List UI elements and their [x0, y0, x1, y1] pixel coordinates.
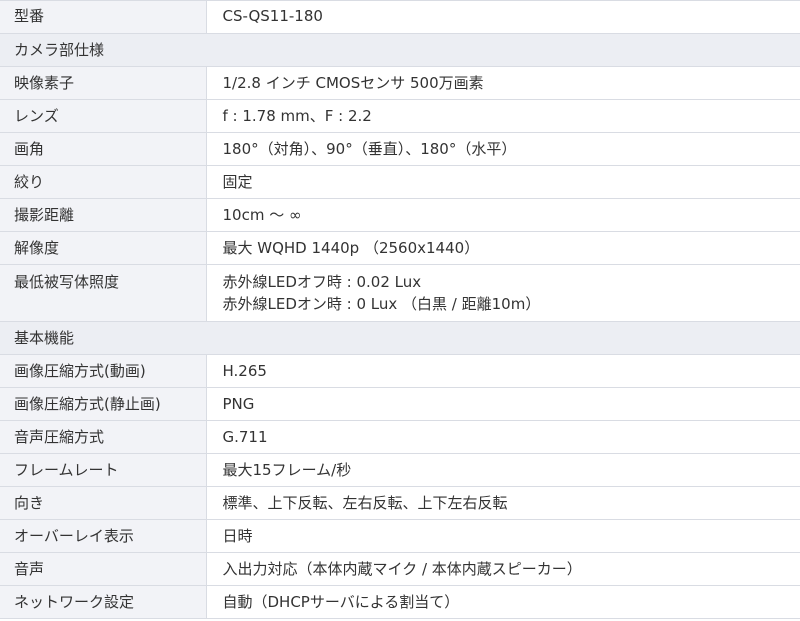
section-camera-spec: カメラ部仕様: [0, 33, 800, 67]
spec-label: 絞り: [0, 165, 207, 199]
spec-label: 音声: [0, 552, 207, 586]
spec-label: 画像圧縮方式(静止画): [0, 387, 207, 421]
spec-row-orientation: 向き 標準、上下反転、左右反転、上下左右反転: [0, 486, 800, 520]
spec-row-resolution: 解像度 最大 WQHD 1440p （2560x1440）: [0, 231, 800, 265]
spec-value-line: 10cm ～ ∞: [222, 206, 302, 224]
spec-label: ネットワーク設定: [0, 585, 207, 619]
spec-value: 10cm ～ ∞: [206, 198, 800, 232]
spec-value: 固定: [206, 165, 800, 199]
spec-value-line: 入出力対応（本体内蔵マイク / 本体内蔵スピーカー）: [222, 560, 582, 578]
spec-value: 入出力対応（本体内蔵マイク / 本体内蔵スピーカー）: [206, 552, 800, 586]
spec-row-image-sensor: 映像素子 1/2.8 インチ CMOSセンサ 500万画素: [0, 66, 800, 100]
spec-row-aperture: 絞り 固定: [0, 165, 800, 199]
spec-value-line: 赤外線LEDオン時 : 0 Lux （白黒 / 距離10m）: [222, 295, 541, 313]
spec-label: 映像素子: [0, 66, 207, 100]
spec-label: フレームレート: [0, 453, 207, 487]
spec-label: 画像圧縮方式(動画): [0, 354, 207, 388]
spec-value: H.265: [206, 354, 800, 388]
spec-row-frame-rate: フレームレート 最大15フレーム/秒: [0, 453, 800, 487]
spec-value: 最大 WQHD 1440p （2560x1440）: [206, 231, 800, 265]
spec-row-angle-of-view: 画角 180°（対角）、90°（垂直）、180°（水平）: [0, 132, 800, 166]
spec-row-min-illumination: 最低被写体照度 赤外線LEDオフ時 : 0.02 Lux 赤外線LEDオン時 :…: [0, 264, 800, 322]
spec-row-audio-compression: 音声圧縮方式 G.711: [0, 420, 800, 454]
spec-value: 自動（DHCPサーバによる割当て）: [206, 585, 800, 619]
spec-label: 型番: [0, 0, 207, 34]
spec-label: 向き: [0, 486, 207, 520]
spec-row-model: 型番 CS-QS11-180: [0, 0, 800, 34]
spec-table: 型番 CS-QS11-180 カメラ部仕様 映像素子 1/2.8 インチ CMO…: [0, 0, 800, 619]
spec-row-overlay: オーバーレイ表示 日時: [0, 519, 800, 553]
spec-value: 日時: [206, 519, 800, 553]
spec-value: 180°（対角）、90°（垂直）、180°（水平）: [206, 132, 800, 166]
spec-value-line: 1/2.8 インチ CMOSセンサ 500万画素: [222, 74, 484, 92]
spec-row-lens: レンズ f : 1.78 mm、F : 2.2: [0, 99, 800, 133]
spec-label: レンズ: [0, 99, 207, 133]
spec-value: 1/2.8 インチ CMOSセンサ 500万画素: [206, 66, 800, 100]
spec-value-line: 日時: [222, 527, 253, 545]
spec-value-line: CS-QS11-180: [222, 7, 323, 25]
spec-row-still-compression: 画像圧縮方式(静止画) PNG: [0, 387, 800, 421]
spec-label: 撮影距離: [0, 198, 207, 232]
spec-label: 音声圧縮方式: [0, 420, 207, 454]
spec-value: PNG: [206, 387, 800, 421]
spec-value: 最大15フレーム/秒: [206, 453, 800, 487]
spec-row-audio: 音声 入出力対応（本体内蔵マイク / 本体内蔵スピーカー）: [0, 552, 800, 586]
spec-value: CS-QS11-180: [206, 0, 800, 34]
spec-value: 標準、上下反転、左右反転、上下左右反転: [206, 486, 800, 520]
spec-value-line: 最大 WQHD 1440p （2560x1440）: [222, 239, 480, 257]
spec-value: f : 1.78 mm、F : 2.2: [206, 99, 800, 133]
spec-value-line: 自動（DHCPサーバによる割当て）: [222, 593, 460, 611]
section-title: カメラ部仕様: [0, 33, 800, 67]
spec-label: 解像度: [0, 231, 207, 265]
spec-value-line: H.265: [222, 362, 267, 380]
spec-row-network-settings: ネットワーク設定 自動（DHCPサーバによる割当て）: [0, 585, 800, 619]
spec-value-line: 固定: [222, 173, 253, 191]
spec-value-line: 最大15フレーム/秒: [222, 461, 352, 479]
spec-label: オーバーレイ表示: [0, 519, 207, 553]
spec-label: 最低被写体照度: [0, 264, 207, 322]
spec-value-line: PNG: [222, 395, 255, 413]
spec-label: 画角: [0, 132, 207, 166]
spec-row-video-compression: 画像圧縮方式(動画) H.265: [0, 354, 800, 388]
spec-value-line: G.711: [222, 428, 268, 446]
section-basic-functions: 基本機能: [0, 321, 800, 355]
spec-value: 赤外線LEDオフ時 : 0.02 Lux 赤外線LEDオン時 : 0 Lux （…: [206, 264, 800, 322]
spec-value-line: f : 1.78 mm、F : 2.2: [222, 107, 372, 125]
section-title: 基本機能: [0, 321, 800, 355]
spec-value-line: 標準、上下反転、左右反転、上下左右反転: [222, 494, 508, 512]
spec-row-shooting-distance: 撮影距離 10cm ～ ∞: [0, 198, 800, 232]
spec-value-line: 赤外線LEDオフ時 : 0.02 Lux: [222, 273, 422, 291]
spec-value: G.711: [206, 420, 800, 454]
spec-value-line: 180°（対角）、90°（垂直）、180°（水平）: [222, 140, 517, 158]
